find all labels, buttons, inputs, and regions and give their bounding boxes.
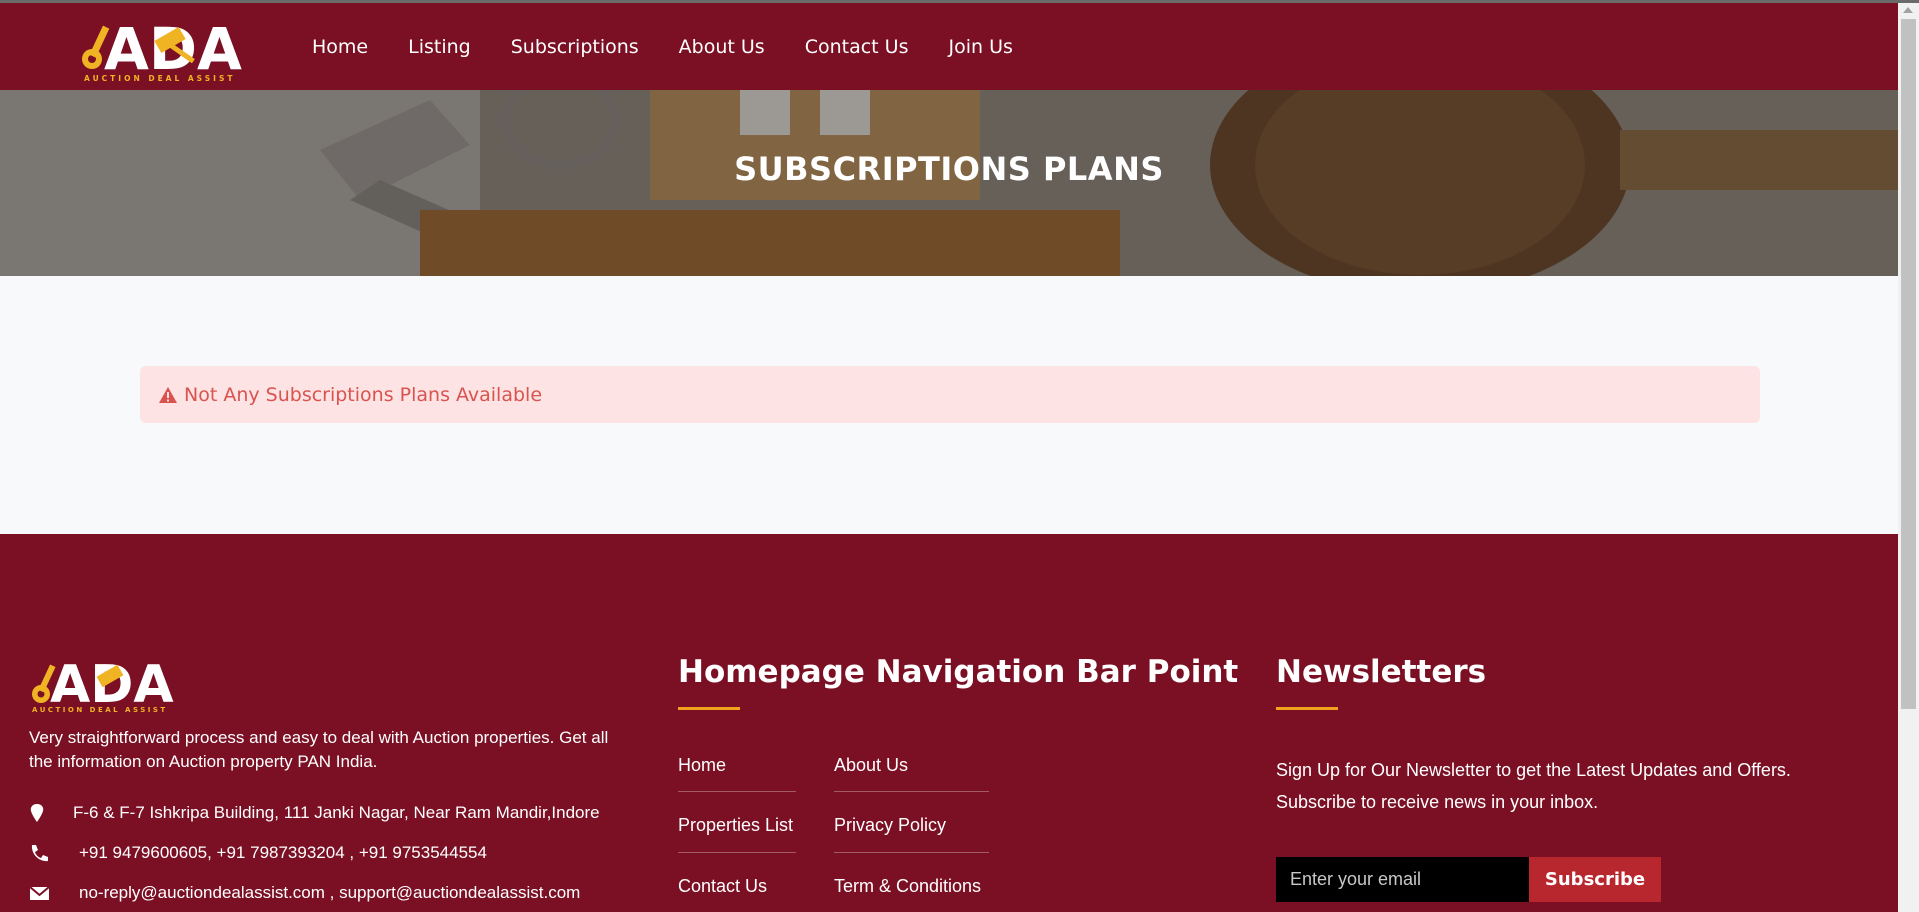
site-footer: ADA AUCTION DEAL ASSIST Very straightfor…	[0, 534, 1898, 912]
footer-link-privacy-policy[interactable]: Privacy Policy	[834, 815, 946, 836]
scroll-up-arrow-icon[interactable]	[1903, 7, 1913, 13]
nav-listing[interactable]: Listing	[408, 36, 471, 58]
footer-address-text: F-6 & F-7 Ishkripa Building, 111 Janki N…	[73, 803, 600, 822]
site-logo[interactable]: ADA AUCTION DEAL ASSIST	[78, 11, 243, 83]
site-header: ADA AUCTION DEAL ASSIST Home Listing Sub…	[0, 3, 1898, 90]
footer-divider	[834, 852, 989, 853]
footer-email: no-reply@auctiondealassist.com , support…	[29, 883, 580, 903]
warning-icon	[159, 386, 177, 403]
map-pin-icon	[30, 804, 44, 822]
nav-home[interactable]: Home	[312, 36, 368, 58]
footer-phone-text: +91 9479600605, +91 7987393204 , +91 975…	[79, 843, 487, 862]
footer-address: F-6 & F-7 Ishkripa Building, 111 Janki N…	[29, 803, 600, 823]
main-nav: Home Listing Subscriptions About Us Cont…	[312, 3, 1053, 90]
footer-nav-heading-underline	[678, 707, 740, 710]
newsletter-text: Sign Up for Our Newsletter to get the La…	[1276, 760, 1791, 812]
nav-subscriptions[interactable]: Subscriptions	[511, 36, 639, 58]
alert-message: Not Any Subscriptions Plans Available	[184, 383, 543, 406]
footer-link-contact-us[interactable]: Contact Us	[678, 876, 767, 897]
scrollbar-thumb[interactable]	[1901, 19, 1916, 709]
footer-phone: +91 9479600605, +91 7987393204 , +91 975…	[29, 843, 487, 863]
footer-link-home[interactable]: Home	[678, 755, 726, 776]
nav-join-us[interactable]: Join Us	[948, 36, 1012, 58]
footer-logo[interactable]: ADA AUCTION DEAL ASSIST	[28, 652, 180, 714]
phone-icon	[31, 845, 48, 862]
nav-about-us[interactable]: About Us	[679, 36, 765, 58]
footer-description: Very straightforward process and easy to…	[29, 728, 609, 771]
footer-divider	[834, 791, 989, 792]
footer-logo-tagline: AUCTION DEAL ASSIST	[32, 706, 168, 714]
footer-email-text: no-reply@auctiondealassist.com , support…	[79, 883, 581, 902]
footer-link-about-us[interactable]: About Us	[834, 755, 908, 776]
footer-link-properties-list[interactable]: Properties List	[678, 815, 793, 836]
page-title: SUBSCRIPTIONS PLANS	[734, 150, 1164, 188]
newsletter-email-input[interactable]	[1276, 857, 1529, 902]
page-scrollbar[interactable]	[1898, 3, 1919, 912]
no-plans-alert: Not Any Subscriptions Plans Available	[140, 366, 1760, 423]
nav-contact-us[interactable]: Contact Us	[805, 36, 909, 58]
footer-divider	[678, 852, 796, 853]
newsletter-heading: Newsletters	[1276, 654, 1487, 690]
envelope-icon	[29, 886, 50, 900]
hero-banner: SUBSCRIPTIONS PLANS	[0, 90, 1898, 276]
footer-divider	[678, 791, 796, 792]
logo-tagline: AUCTION DEAL ASSIST	[84, 74, 235, 83]
subscribe-button[interactable]: Subscribe	[1529, 857, 1661, 902]
footer-nav-heading: Homepage Navigation Bar Point	[678, 654, 1239, 690]
footer-link-terms[interactable]: Term & Conditions	[834, 876, 981, 897]
newsletter-heading-underline	[1276, 707, 1338, 710]
